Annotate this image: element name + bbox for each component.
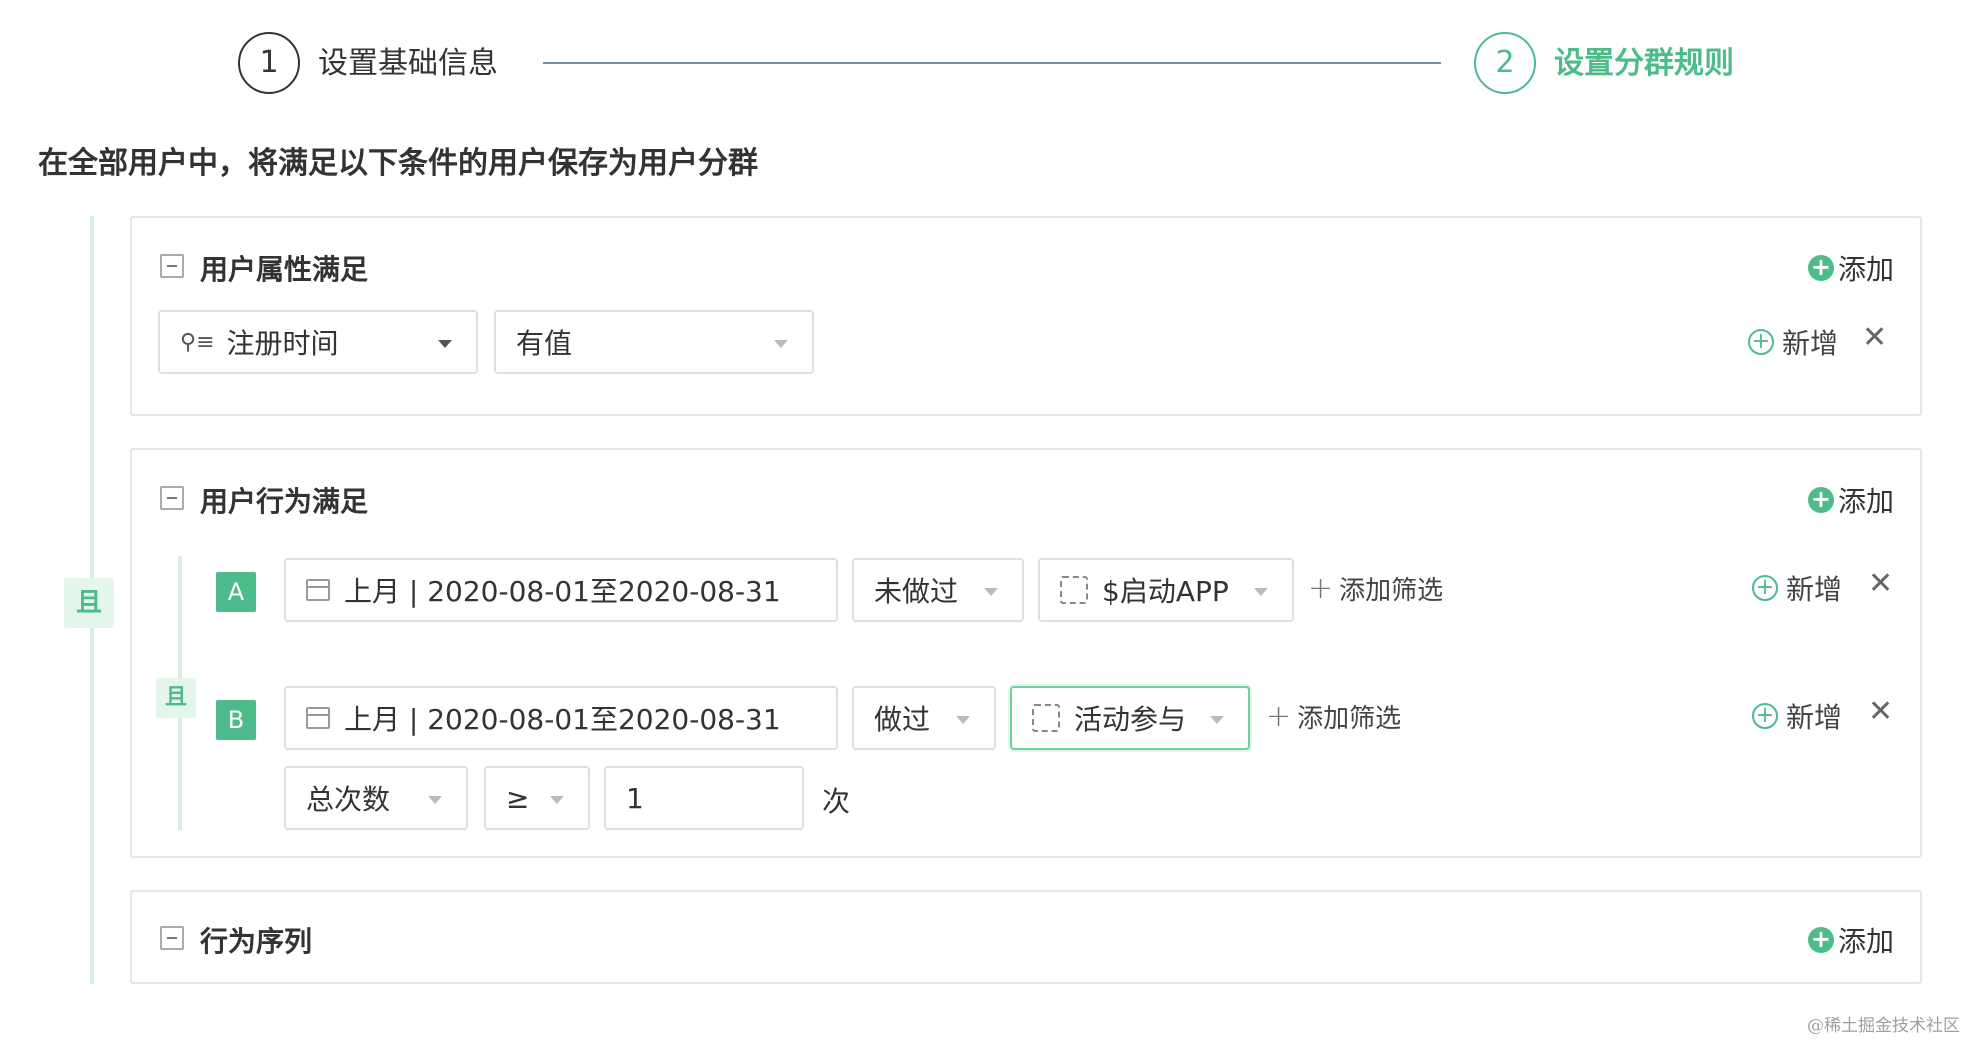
- card-title: 用户属性满足: [200, 253, 369, 286]
- property-value: 注册时间: [226, 327, 339, 360]
- user-behavior-card: 用户行为满足 + 添加 A 上月 | 2020-08-01至2020-08-31…: [130, 448, 1922, 858]
- operator-value: 有值: [516, 327, 573, 360]
- chevron-down-icon: [774, 340, 788, 348]
- behavior-sequence-card: 行为序列 + 添加: [130, 890, 1922, 984]
- add-condition-button[interactable]: + 添加: [1807, 920, 1894, 960]
- date-value: 上月 | 2020-08-01至2020-08-31: [344, 703, 781, 736]
- plus-circle-outline-icon: +: [1748, 329, 1774, 355]
- count-input[interactable]: 1: [604, 766, 804, 830]
- operator-select[interactable]: 有值: [494, 310, 814, 374]
- new-row-button[interactable]: + 新增: [1752, 696, 1842, 736]
- close-icon[interactable]: ✕: [1868, 694, 1893, 729]
- user-attribute-icon: ⚲≡: [180, 329, 215, 355]
- row-tag-b: B: [216, 700, 256, 740]
- compare-value: ≥: [506, 781, 530, 815]
- add-label: 添加: [1837, 485, 1894, 518]
- step-2-label: 设置分群规则: [1554, 46, 1734, 81]
- action-select[interactable]: 做过: [852, 686, 996, 750]
- plus-circle-icon: +: [1807, 255, 1834, 281]
- metric-value: 总次数: [306, 783, 391, 816]
- event-value: 活动参与: [1074, 703, 1187, 736]
- new-row-button[interactable]: + 新增: [1752, 568, 1842, 608]
- event-icon: [1060, 576, 1088, 604]
- date-range-select[interactable]: 上月 | 2020-08-01至2020-08-31: [284, 686, 838, 750]
- add-filter-label: 添加筛选: [1339, 576, 1444, 606]
- card-title: 行为序列: [200, 925, 313, 958]
- collapse-icon[interactable]: [160, 486, 184, 510]
- add-filter-button[interactable]: + 添加筛选: [1266, 698, 1401, 735]
- event-select[interactable]: $启动APP: [1038, 558, 1294, 622]
- card-title: 用户行为满足: [200, 485, 369, 518]
- compare-select[interactable]: ≥: [484, 766, 590, 830]
- collapse-icon[interactable]: [160, 254, 184, 278]
- unit-label: 次: [822, 785, 851, 818]
- add-condition-button[interactable]: + 添加: [1807, 248, 1894, 288]
- chevron-down-icon: [428, 796, 442, 804]
- event-icon: [1032, 704, 1060, 732]
- new-label: 新增: [1786, 573, 1843, 606]
- calendar-icon: [306, 707, 330, 729]
- add-label: 添加: [1837, 925, 1894, 958]
- watermark: @稀土掘金技术社区: [1807, 1016, 1960, 1036]
- date-range-select[interactable]: 上月 | 2020-08-01至2020-08-31: [284, 558, 838, 622]
- chevron-down-icon: [956, 716, 970, 724]
- plus-circle-outline-icon: +: [1752, 575, 1778, 601]
- metric-select[interactable]: 总次数: [284, 766, 468, 830]
- chevron-down-icon: [984, 588, 998, 596]
- plus-icon: +: [1308, 571, 1334, 606]
- calendar-icon: [306, 579, 330, 601]
- new-label: 新增: [1782, 327, 1839, 360]
- plus-circle-icon: +: [1807, 487, 1834, 513]
- new-row-button[interactable]: + 新增: [1748, 322, 1838, 362]
- plus-circle-outline-icon: +: [1752, 703, 1778, 729]
- chevron-down-icon: [1254, 588, 1268, 596]
- plus-circle-icon: +: [1807, 927, 1834, 953]
- close-icon[interactable]: ✕: [1868, 566, 1893, 601]
- add-filter-button[interactable]: + 添加筛选: [1308, 570, 1443, 607]
- row-tag-a: A: [216, 572, 256, 612]
- step-connector: [543, 62, 1441, 64]
- new-label: 新增: [1786, 701, 1843, 734]
- user-attribute-card: 用户属性满足 + 添加 ⚲≡ 注册时间 有值 + 新增 ✕: [130, 216, 1922, 416]
- plus-icon: +: [1266, 699, 1292, 734]
- event-value: $启动APP: [1102, 575, 1229, 608]
- date-value: 上月 | 2020-08-01至2020-08-31: [344, 575, 781, 608]
- chevron-down-icon: [1210, 716, 1224, 724]
- close-icon[interactable]: ✕: [1862, 320, 1887, 355]
- count-value: 1: [626, 781, 644, 815]
- and-toggle-inner[interactable]: 且: [156, 678, 196, 718]
- add-label: 添加: [1837, 253, 1894, 286]
- property-select[interactable]: ⚲≡ 注册时间: [158, 310, 478, 374]
- chevron-down-icon: [438, 340, 452, 348]
- steps-bar: 1 设置基础信息 2 设置分群规则: [0, 0, 1966, 130]
- collapse-icon[interactable]: [160, 926, 184, 950]
- page-description: 在全部用户中，将满足以下条件的用户保存为用户分群: [38, 146, 758, 181]
- add-condition-button[interactable]: + 添加: [1807, 480, 1894, 520]
- action-select[interactable]: 未做过: [852, 558, 1024, 622]
- add-filter-label: 添加筛选: [1297, 704, 1402, 734]
- event-select[interactable]: 活动参与: [1010, 686, 1250, 750]
- step-1-label: 设置基础信息: [318, 46, 498, 81]
- chevron-down-icon: [550, 796, 564, 804]
- action-value: 未做过: [874, 575, 959, 608]
- step-2-number: 2: [1474, 32, 1536, 94]
- step-1-number: 1: [238, 32, 300, 94]
- and-toggle[interactable]: 且: [64, 578, 114, 628]
- action-value: 做过: [874, 703, 931, 736]
